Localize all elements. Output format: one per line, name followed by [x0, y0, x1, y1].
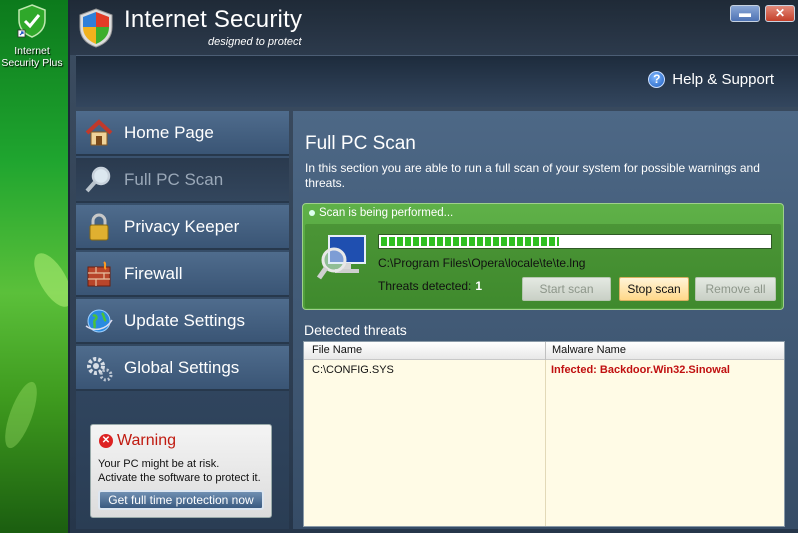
scan-details: C:\Program Files\Opera\locale\te\te.lng …	[305, 224, 781, 308]
sidebar-item-global-settings[interactable]: Global Settings	[76, 346, 289, 391]
app-window: Internet Security designed to protect ▬ …	[68, 0, 798, 533]
magnifier-icon	[85, 166, 111, 192]
warning-title-text: Warning	[117, 432, 176, 449]
sidebar-item-update-settings[interactable]: Update Settings	[76, 299, 289, 344]
stop-scan-button[interactable]: Stop scan	[619, 277, 689, 301]
page-description: In this section you are able to run a fu…	[305, 161, 760, 190]
sidebar-item-label: Update Settings	[124, 310, 245, 330]
sidebar-item-label: Home Page	[124, 122, 214, 142]
desktop-shortcut-label-line2: Security Plus	[1, 57, 63, 69]
sidebar-item-full-pc-scan[interactable]: Full PC Scan	[76, 158, 289, 203]
header-bar: ? Help & Support	[76, 55, 798, 107]
brick-wall-icon	[87, 260, 111, 286]
status-dot-icon	[309, 210, 315, 216]
remove-all-button[interactable]: Remove all	[695, 277, 776, 301]
monitor-scan-icon	[317, 235, 366, 280]
start-scan-button[interactable]: Start scan	[522, 277, 611, 301]
help-icon: ?	[648, 71, 666, 88]
desktop-shortcut[interactable]: Internet Security Plus	[0, 4, 64, 69]
get-protection-button[interactable]: Get full time protection now	[98, 490, 264, 510]
column-header-malware-name[interactable]: Malware Name	[552, 344, 626, 356]
warning-title: ✕ Warning	[99, 432, 176, 450]
scan-panel: Scan is being performed... C:\Program Fi…	[302, 203, 784, 310]
sidebar-item-label: Full PC Scan	[124, 169, 224, 189]
help-support-link[interactable]: ? Help & Support	[648, 71, 774, 88]
scan-progress-bar	[378, 234, 772, 249]
main-panel: Full PC Scan In this section you are abl…	[293, 111, 798, 529]
warning-panel: ✕ Warning Your PC might be at risk. Acti…	[90, 424, 272, 518]
threats-detected-label: Threats detected:	[378, 279, 472, 293]
minimize-icon: ▬	[739, 6, 751, 20]
warning-line-2: Activate the software to protect it.	[98, 472, 261, 484]
scan-progress-fill	[381, 237, 559, 246]
sidebar: Home Page Full PC Scan Privacy Keeper Fi…	[76, 111, 289, 529]
app-title: Internet Security	[124, 6, 303, 33]
help-support-label: Help & Support	[672, 71, 774, 88]
sidebar-item-home-page[interactable]: Home Page	[76, 111, 289, 156]
desktop-shortcut-label-line1: Internet	[14, 45, 50, 57]
threats-detected-count: 1	[475, 279, 483, 293]
detected-threats-title: Detected threats	[304, 322, 407, 338]
warning-line-1: Your PC might be at risk.	[98, 458, 220, 470]
current-scan-file: C:\Program Files\Opera\locale\te\te.lng	[378, 256, 586, 270]
scan-status: Scan is being performed...	[309, 207, 453, 219]
sidebar-item-firewall[interactable]: Firewall	[76, 252, 289, 297]
desktop-background: Internet Security Plus	[0, 0, 80, 533]
sidebar-item-privacy-keeper[interactable]: Privacy Keeper	[76, 205, 289, 250]
error-icon: ✕	[99, 434, 113, 448]
close-button[interactable]: ✕	[765, 5, 795, 22]
cell-malware-name: Infected: Backdoor.Win32.Sinowal	[551, 364, 730, 376]
column-header-file-name[interactable]: File Name	[312, 344, 362, 356]
cell-file-name: C:\CONFIG.SYS	[312, 364, 394, 376]
app-tagline: designed to protect	[208, 36, 302, 48]
page-title: Full PC Scan	[305, 133, 416, 154]
threats-table[interactable]: File Name Malware Name C:\CONFIG.SYS Inf…	[303, 341, 785, 527]
desktop-leaf	[0, 378, 44, 452]
close-icon: ✕	[774, 6, 786, 20]
shield-logo-icon	[79, 8, 113, 48]
table-header: File Name Malware Name	[304, 342, 784, 360]
gears-icon	[87, 356, 113, 381]
minimize-button[interactable]: ▬	[730, 5, 760, 22]
title-bar[interactable]: Internet Security designed to protect ▬ …	[70, 0, 798, 55]
sidebar-item-label: Firewall	[124, 263, 183, 283]
scan-status-text: Scan is being performed...	[319, 207, 454, 219]
shield-icon	[17, 4, 46, 38]
house-icon	[85, 118, 113, 145]
globe-icon	[85, 309, 113, 332]
threats-detected: Threats detected: 1	[378, 279, 482, 293]
sidebar-item-label: Global Settings	[124, 357, 240, 377]
column-divider	[545, 360, 546, 526]
padlock-icon	[89, 213, 109, 240]
sidebar-item-label: Privacy Keeper	[124, 216, 240, 236]
warning-message: Your PC might be at risk. Activate the s…	[98, 457, 261, 485]
column-divider	[545, 342, 546, 360]
